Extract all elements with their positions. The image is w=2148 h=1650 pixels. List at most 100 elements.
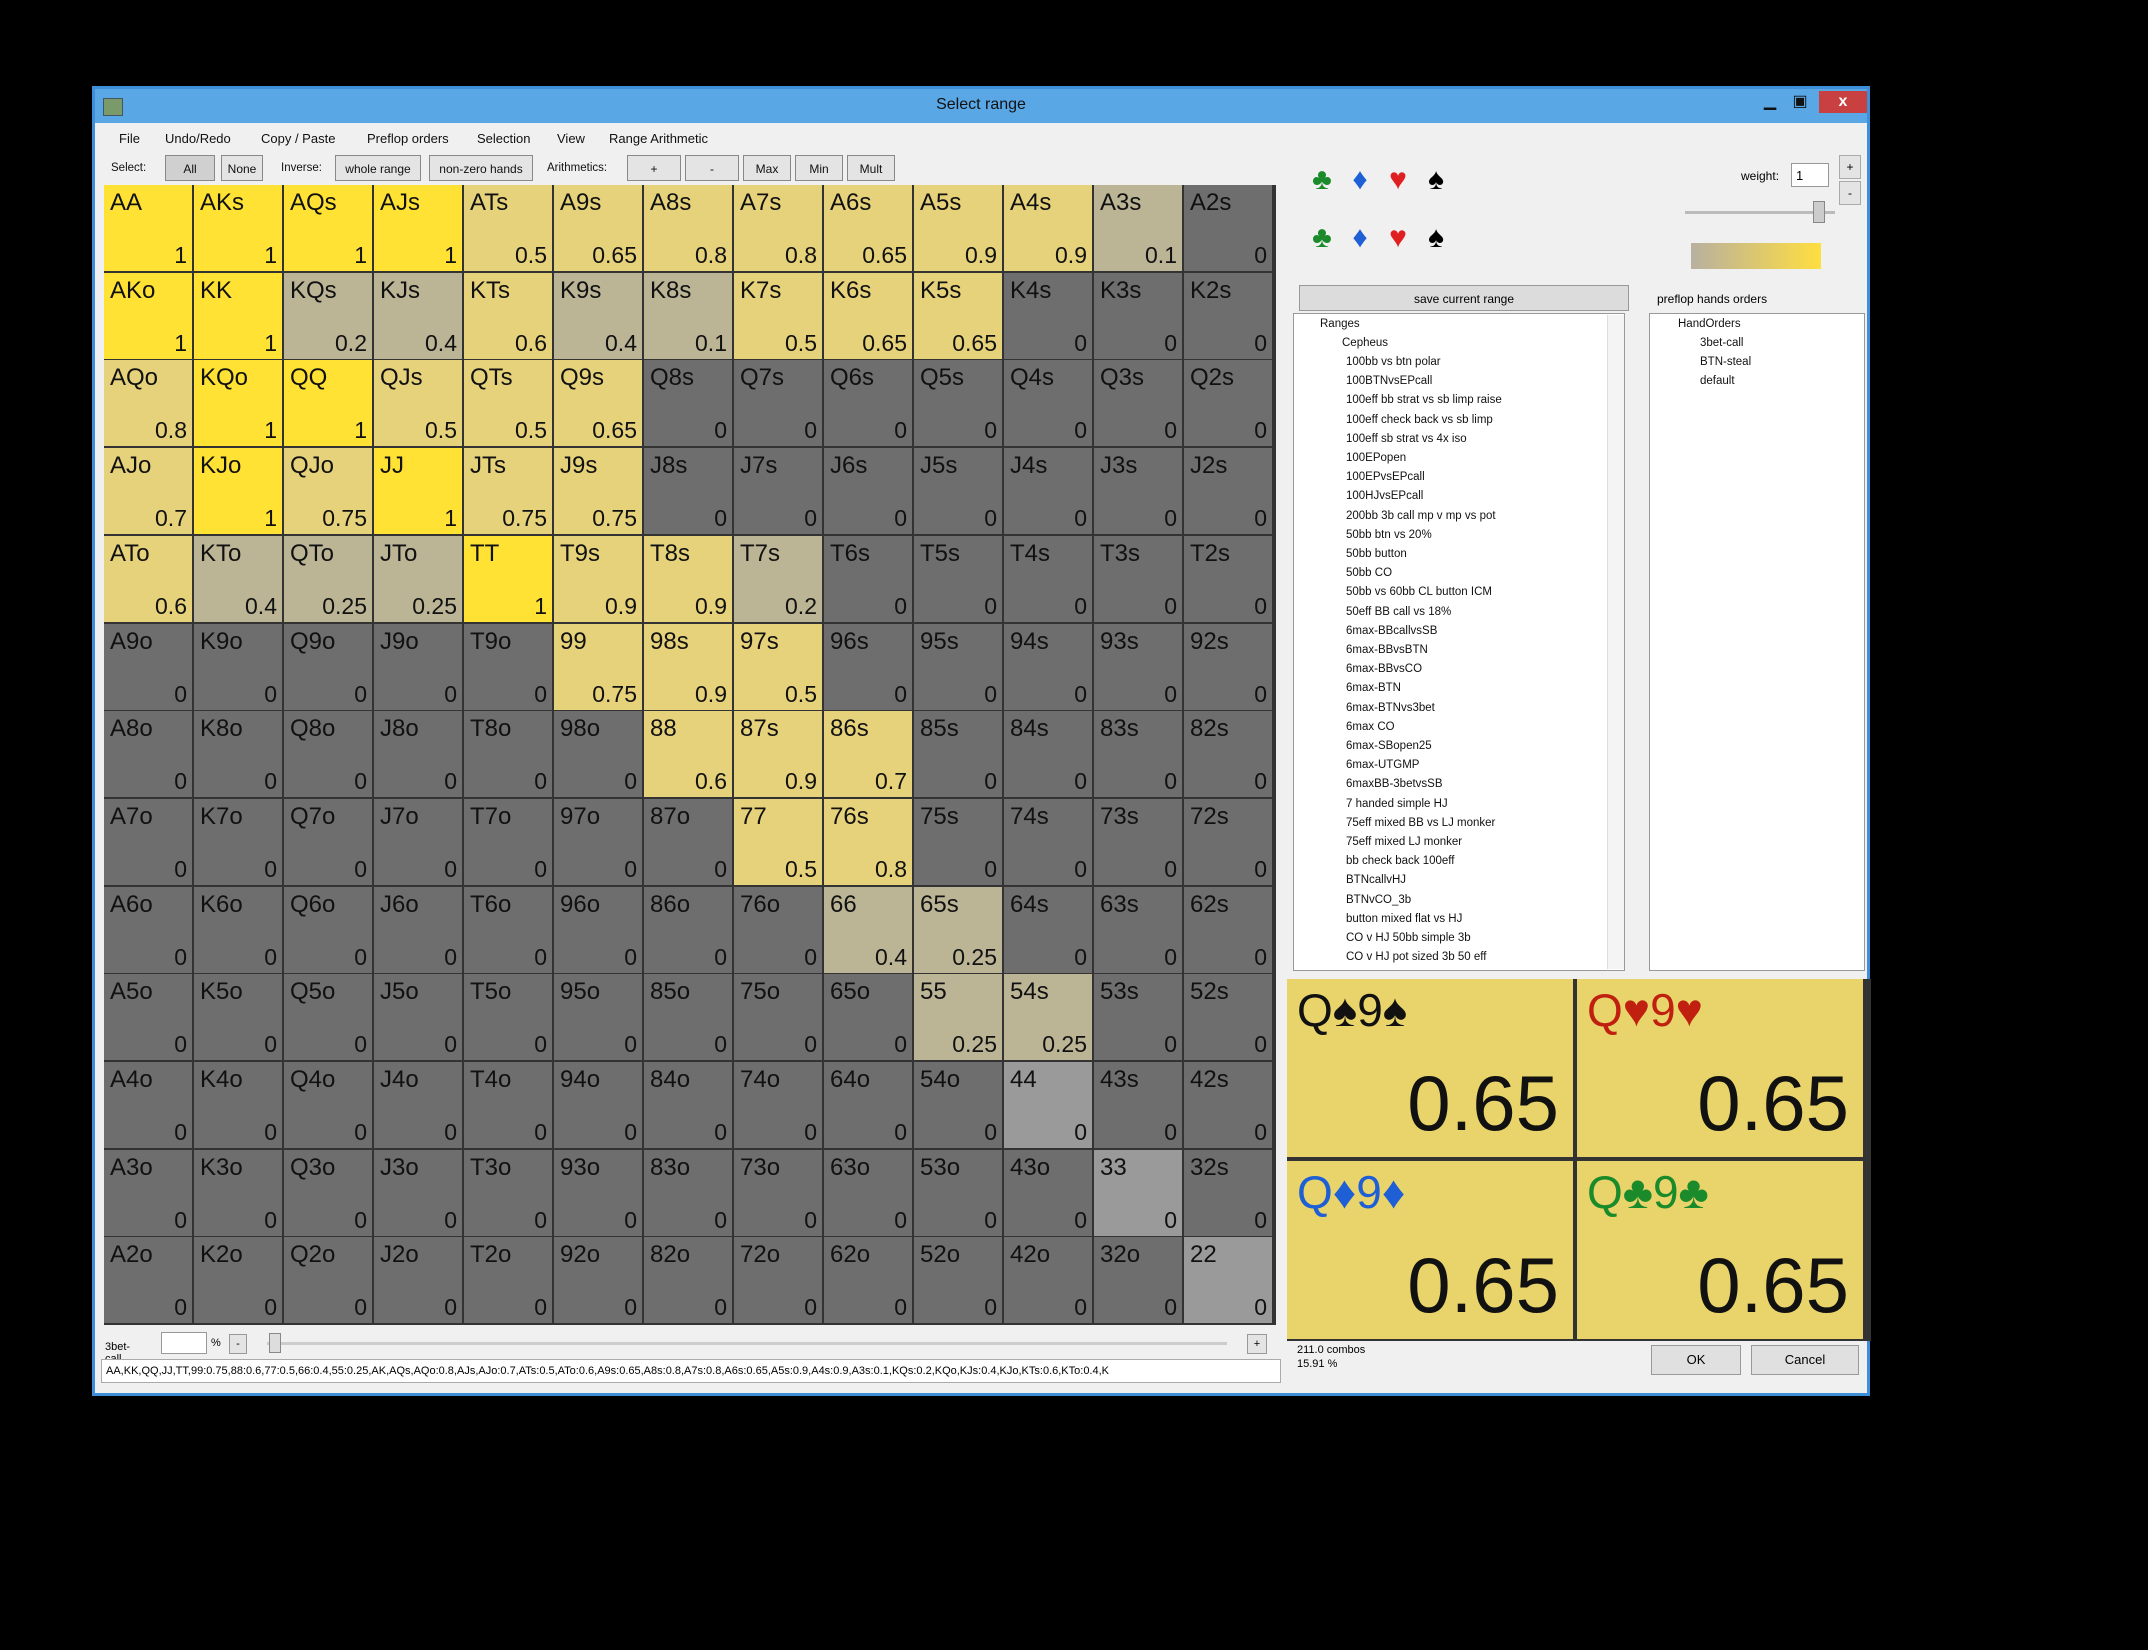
- range-tree-item[interactable]: 50bb CO: [1346, 567, 1392, 579]
- hand-cell[interactable]: T9o 0: [464, 623, 552, 710]
- range-tree-item[interactable]: BTNcallvHJ: [1346, 874, 1406, 886]
- hand-cell[interactable]: 42o 0: [1004, 1237, 1092, 1324]
- hand-cell[interactable]: 84o 0: [644, 1062, 732, 1148]
- hand-cell[interactable]: T3s 0: [1094, 535, 1182, 622]
- range-tree-item[interactable]: 200bb 3b call mp v mp vs pot: [1346, 510, 1496, 522]
- hand-cell[interactable]: 53s 0: [1094, 974, 1182, 1061]
- hand-cell[interactable]: J2o 0: [374, 1237, 462, 1324]
- hand-cell[interactable]: 43o 0: [1004, 1149, 1092, 1236]
- range-tree-item[interactable]: 100eff sb strat vs 4x iso: [1346, 433, 1467, 445]
- hand-cell[interactable]: A5s 0.9: [914, 185, 1002, 271]
- hand-cell[interactable]: T2o 0: [464, 1237, 552, 1324]
- hand-cell[interactable]: JJ 1: [374, 448, 462, 535]
- hand-cell[interactable]: 99 0.75: [554, 623, 642, 710]
- hand-cell[interactable]: J5s 0: [914, 448, 1002, 535]
- hand-cell[interactable]: K8o 0: [194, 711, 282, 798]
- range-tree-item[interactable]: 50eff BB call vs 18%: [1346, 606, 1451, 618]
- hand-cell[interactable]: K5o 0: [194, 974, 282, 1061]
- hand-cell[interactable]: 44 0: [1004, 1062, 1092, 1148]
- hand-cell[interactable]: A2o 0: [104, 1237, 192, 1324]
- hand-cell[interactable]: T6o 0: [464, 886, 552, 973]
- hand-cell[interactable]: 96s 0: [824, 623, 912, 710]
- menu-view[interactable]: View: [557, 131, 585, 146]
- hand-cell[interactable]: A9o 0: [104, 623, 192, 710]
- hand-cell[interactable]: KJo 1: [194, 448, 282, 535]
- menu-file[interactable]: File: [119, 131, 140, 146]
- hand-cell[interactable]: K2o 0: [194, 1237, 282, 1324]
- menu-copy-paste[interactable]: Copy / Paste: [261, 131, 335, 146]
- hand-cell[interactable]: J5o 0: [374, 974, 462, 1061]
- range-tree-item[interactable]: CO v HJ pot sized 3b 50 eff: [1346, 951, 1486, 963]
- hand-cell[interactable]: 33 0: [1094, 1149, 1182, 1236]
- hand-cell[interactable]: 66 0.4: [824, 886, 912, 973]
- ranges-tree[interactable]: Ranges Cepheus 100bb vs btn polar 100BTNvsE…: [1293, 313, 1625, 971]
- hand-cell[interactable]: KQs 0.2: [284, 272, 372, 359]
- combo-cell[interactable]: Q♠9♠ 0.65: [1287, 979, 1573, 1157]
- hand-cell[interactable]: T5s 0: [914, 535, 1002, 622]
- hand-cell[interactable]: AQs 1: [284, 185, 372, 271]
- range-tree-item[interactable]: 6max-BTN: [1346, 682, 1401, 694]
- hand-cell[interactable]: AQo 0.8: [104, 360, 192, 447]
- range-tree-item[interactable]: 50bb button: [1346, 548, 1407, 560]
- hand-cell[interactable]: A9s 0.65: [554, 185, 642, 271]
- weight-slider-thumb[interactable]: [1813, 201, 1825, 223]
- hand-cell[interactable]: J4s 0: [1004, 448, 1092, 535]
- hand-cell[interactable]: 72s 0: [1184, 798, 1272, 885]
- hand-cell[interactable]: JTo 0.25: [374, 535, 462, 622]
- hand-cell[interactable]: Q5o 0: [284, 974, 372, 1061]
- range-tree-item[interactable]: 6max-SBopen25: [1346, 740, 1432, 752]
- range-tree-item[interactable]: 6max-BBcallvsSB: [1346, 625, 1437, 637]
- hand-cell[interactable]: T5o 0: [464, 974, 552, 1061]
- heart-icon[interactable]: ♥: [1379, 221, 1417, 255]
- range-tree-item[interactable]: 100HJvsEPcall: [1346, 490, 1423, 502]
- hand-cell[interactable]: J3s 0: [1094, 448, 1182, 535]
- hand-cell[interactable]: Q2s 0: [1184, 360, 1272, 447]
- hand-cell[interactable]: J4o 0: [374, 1062, 462, 1148]
- hand-cell[interactable]: 95o 0: [554, 974, 642, 1061]
- hand-cell[interactable]: K7s 0.5: [734, 272, 822, 359]
- hand-cell[interactable]: JTs 0.75: [464, 448, 552, 535]
- combo-cell[interactable]: Q♦9♦ 0.65: [1287, 1161, 1573, 1339]
- hand-cell[interactable]: 32o 0: [1094, 1237, 1182, 1324]
- club-icon[interactable]: ♣: [1303, 221, 1341, 255]
- hand-cell[interactable]: AKs 1: [194, 185, 282, 271]
- range-tree-item[interactable]: 100bb vs btn polar: [1346, 356, 1441, 368]
- menu-selection[interactable]: Selection: [477, 131, 530, 146]
- hand-cell[interactable]: 65s 0.25: [914, 886, 1002, 973]
- hand-cell[interactable]: TT 1: [464, 535, 552, 622]
- hand-cell[interactable]: 62s 0: [1184, 886, 1272, 973]
- spade-icon[interactable]: ♠: [1417, 221, 1455, 255]
- range-tree-item[interactable]: 75eff mixed LJ monker: [1346, 836, 1462, 848]
- minimize-button[interactable]: ▁: [1755, 91, 1785, 113]
- hand-cell[interactable]: AA 1: [104, 185, 192, 271]
- hand-cell[interactable]: KTs 0.6: [464, 272, 552, 359]
- hand-cell[interactable]: A3o 0: [104, 1149, 192, 1236]
- hand-cell[interactable]: 63o 0: [824, 1149, 912, 1236]
- hand-order-item[interactable]: BTN-steal: [1700, 356, 1751, 368]
- maximize-button[interactable]: ▣: [1785, 91, 1815, 113]
- hand-cell[interactable]: 62o 0: [824, 1237, 912, 1324]
- hand-cell[interactable]: 32s 0: [1184, 1149, 1272, 1236]
- hand-cell[interactable]: 94s 0: [1004, 623, 1092, 710]
- hand-cell[interactable]: A4o 0: [104, 1062, 192, 1148]
- hand-cell[interactable]: T7o 0: [464, 798, 552, 885]
- arith-minus-button[interactable]: -: [685, 155, 739, 181]
- hand-cell[interactable]: KTo 0.4: [194, 535, 282, 622]
- range-string-field[interactable]: AA,KK,QQ,JJ,TT,99:0.75,88:0.6,77:0.5,66:…: [101, 1359, 1281, 1383]
- hand-cell[interactable]: Q8o 0: [284, 711, 372, 798]
- hand-cell[interactable]: AKo 1: [104, 272, 192, 359]
- hand-cell[interactable]: 22 0: [1184, 1237, 1272, 1324]
- hand-cell[interactable]: Q6o 0: [284, 886, 372, 973]
- hand-cell[interactable]: A2s 0: [1184, 185, 1272, 271]
- hand-cell[interactable]: J9o 0: [374, 623, 462, 710]
- hand-cell[interactable]: 98o 0: [554, 711, 642, 798]
- hand-cell[interactable]: Q5s 0: [914, 360, 1002, 447]
- hand-cell[interactable]: 74o 0: [734, 1062, 822, 1148]
- hand-cell[interactable]: A4s 0.9: [1004, 185, 1092, 271]
- percent-slider-thumb[interactable]: [269, 1333, 281, 1353]
- cancel-button[interactable]: Cancel: [1751, 1345, 1859, 1375]
- hand-cell[interactable]: 88 0.6: [644, 711, 732, 798]
- close-button[interactable]: x: [1819, 91, 1867, 113]
- weight-decrement-button[interactable]: -: [1839, 181, 1861, 205]
- inverse-non-zero-button[interactable]: non-zero hands: [429, 155, 533, 181]
